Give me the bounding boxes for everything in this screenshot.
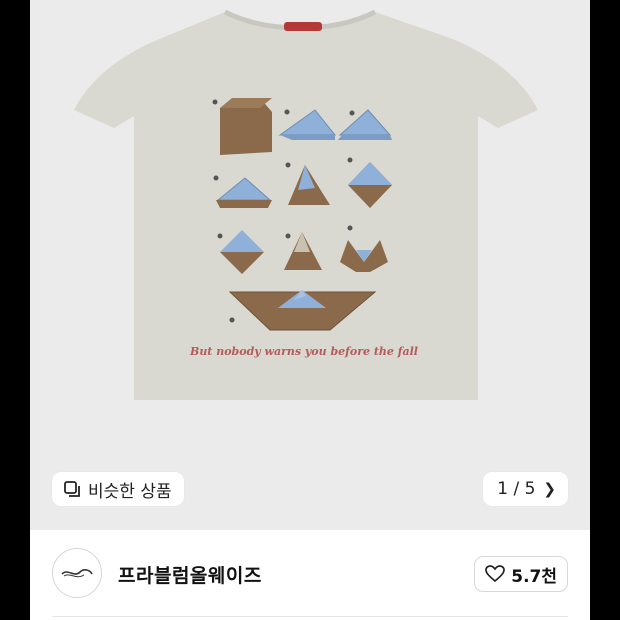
divider [52,616,568,617]
shop-name[interactable]: 프라블럼올웨이즈 [118,561,262,588]
heart-icon [485,565,506,583]
tshirt-illustration: But nobody warns you before the fall [74,9,538,400]
chevron-right-icon: ❯ [543,480,556,498]
similar-products-button[interactable]: 비슷한 상품 [52,472,184,506]
image-pager[interactable]: 1 / 5 ❯ [483,472,568,506]
shop-info-bar: 프라블럼올웨이즈 5.7천 [30,530,590,620]
like-button[interactable]: 5.7천 [474,556,568,592]
similar-products-label: 비슷한 상품 [88,481,172,502]
print-text: But nobody warns you before the fall [189,345,418,358]
like-count: 5.7천 [511,566,557,587]
pager-label: 1 / 5 [497,479,536,499]
product-page: But nobody warns you before the fall 비슷한… [30,0,590,620]
product-image[interactable]: But nobody warns you before the fall 비슷한… [30,0,590,530]
shop-logo[interactable] [52,548,102,598]
brand-logo-icon [61,569,93,578]
similar-items-icon [64,481,80,497]
